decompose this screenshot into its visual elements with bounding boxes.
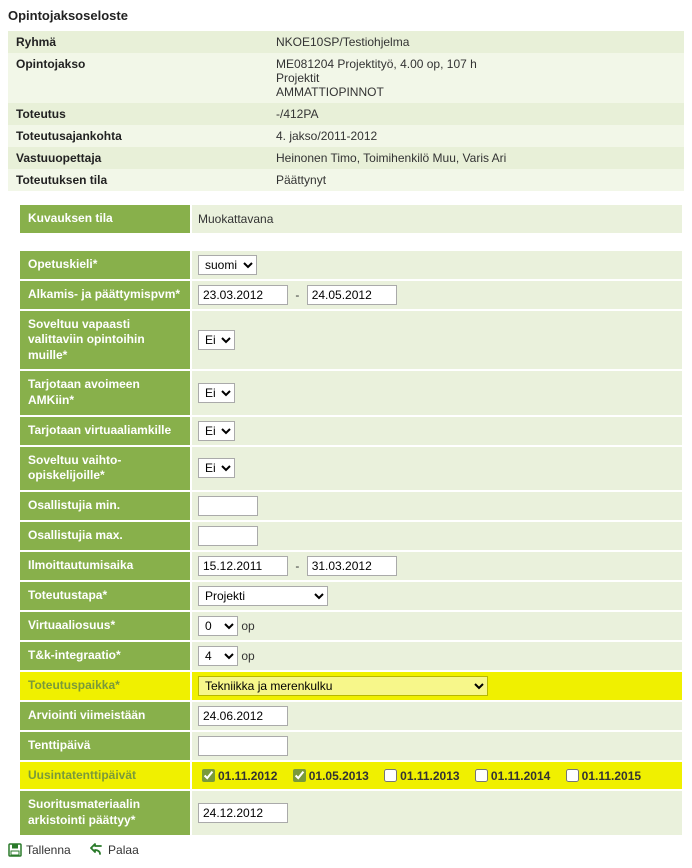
enroll-label: Ilmoittautumisaika — [20, 552, 190, 580]
enroll-dash: - — [295, 559, 299, 573]
retake-item-2[interactable]: 01.11.2013 — [380, 766, 459, 785]
op-unit-1: op — [241, 619, 254, 633]
page-title: Opintojaksoseloste — [8, 8, 684, 23]
retake-date-4: 01.11.2015 — [582, 769, 641, 783]
info-group-label: Ryhmä — [8, 31, 268, 53]
op-unit-2: op — [241, 649, 254, 663]
button-row: Tallenna Palaa — [8, 843, 684, 860]
retake-check-1[interactable] — [293, 769, 306, 782]
start-date-input[interactable] — [198, 285, 288, 305]
retake-check-2[interactable] — [384, 769, 397, 782]
tk-select[interactable]: 4 — [198, 646, 238, 666]
virtual-share-label: Virtuaaliosuus* — [20, 612, 190, 640]
virtual-share-select[interactable]: 0 — [198, 616, 238, 636]
info-group-value: NKOE10SP/Testiohjelma — [268, 31, 684, 53]
place-select[interactable]: Tekniikka ja merenkulku — [198, 676, 488, 696]
retake-date-0: 01.11.2012 — [218, 769, 277, 783]
max-input[interactable] — [198, 526, 258, 546]
archive-label: Suoritusmateriaalin arkistointi päättyy* — [20, 791, 190, 834]
retake-date-1: 01.05.2013 — [309, 769, 369, 783]
retake-date-2: 01.11.2013 — [400, 769, 459, 783]
end-date-input[interactable] — [307, 285, 397, 305]
save-icon — [8, 843, 22, 857]
virtual-offer-select[interactable]: Ei — [198, 421, 235, 441]
info-course-line2: Projektit — [276, 71, 319, 85]
back-button[interactable]: Palaa — [90, 843, 139, 857]
virtual-offer-label: Tarjotaan virtuaaliamkille — [20, 417, 190, 445]
retake-check-3[interactable] — [475, 769, 488, 782]
back-button-label: Palaa — [108, 843, 139, 857]
retake-check-4[interactable] — [566, 769, 579, 782]
method-select[interactable]: Projekti — [198, 586, 328, 606]
retake-item-4[interactable]: 01.11.2015 — [562, 766, 641, 785]
lang-select[interactable]: suomi — [198, 255, 257, 275]
desc-status-label: Kuvauksen tila — [20, 205, 190, 233]
retake-item-3[interactable]: 01.11.2014 — [471, 766, 550, 785]
date-dash: - — [295, 288, 299, 302]
retake-check-0[interactable] — [202, 769, 215, 782]
back-icon — [90, 843, 104, 857]
exchange-select[interactable]: Ei — [198, 458, 235, 478]
assess-input[interactable] — [198, 706, 288, 726]
info-teacher-label: Vastuuopettaja — [8, 147, 268, 169]
info-table: Ryhmä NKOE10SP/Testiohjelma Opintojakso … — [8, 31, 684, 191]
retake-date-3: 01.11.2014 — [491, 769, 550, 783]
open-label: Tarjotaan avoimeen AMKiin* — [20, 371, 190, 414]
enroll-start-input[interactable] — [198, 556, 288, 576]
place-label: Toteutuspaikka* — [20, 672, 190, 700]
info-impl-label: Toteutus — [8, 103, 268, 125]
info-course-label: Opintojakso — [8, 53, 268, 103]
max-label: Osallistujia max. — [20, 522, 190, 550]
open-select[interactable]: Ei — [198, 383, 235, 403]
retake-label: Uusintatenttipäivät — [20, 762, 190, 790]
info-course-line3: AMMATTIOPINNOT — [276, 85, 384, 99]
exam-label: Tenttipäivä — [20, 732, 190, 760]
info-teacher-value: Heinonen Timo, Toimihenkilö Muu, Varis A… — [268, 147, 684, 169]
enroll-end-input[interactable] — [307, 556, 397, 576]
form-table: Kuvauksen tila Muokattavana Opetuskieli*… — [8, 203, 684, 837]
info-impl-value: -/412PA — [268, 103, 684, 125]
archive-input[interactable] — [198, 803, 288, 823]
tk-label: T&k-integraatio* — [20, 642, 190, 670]
info-course-value: ME081204 Projektityö, 4.00 op, 107 h Pro… — [268, 53, 684, 103]
free-select[interactable]: Ei — [198, 330, 235, 350]
retake-item-0[interactable]: 01.11.2012 — [198, 766, 277, 785]
info-period-value: 4. jakso/2011-2012 — [268, 125, 684, 147]
exam-input[interactable] — [198, 736, 288, 756]
method-label: Toteutustapa* — [20, 582, 190, 610]
save-button[interactable]: Tallenna — [8, 843, 71, 857]
retake-row: 01.11.2012 01.05.2013 01.11.2013 01.11.2… — [192, 762, 682, 790]
min-label: Osallistujia min. — [20, 492, 190, 520]
retake-item-1[interactable]: 01.05.2013 — [289, 766, 369, 785]
desc-status-value: Muokattavana — [192, 205, 682, 233]
exchange-label: Soveltuu vaihto-opiskelijoille* — [20, 447, 190, 490]
dates-label: Alkamis- ja päättymispvm* — [20, 281, 190, 309]
lang-label: Opetuskieli* — [20, 251, 190, 279]
assess-label: Arviointi viimeistään — [20, 702, 190, 730]
min-input[interactable] — [198, 496, 258, 516]
info-status-value: Päättynyt — [268, 169, 684, 191]
save-button-label: Tallenna — [26, 843, 71, 857]
info-course-line1: ME081204 Projektityö, 4.00 op, 107 h — [276, 57, 477, 71]
info-status-label: Toteutuksen tila — [8, 169, 268, 191]
info-period-label: Toteutusajankohta — [8, 125, 268, 147]
free-label: Soveltuu vapaasti valittaviin opintoihin… — [20, 311, 190, 370]
